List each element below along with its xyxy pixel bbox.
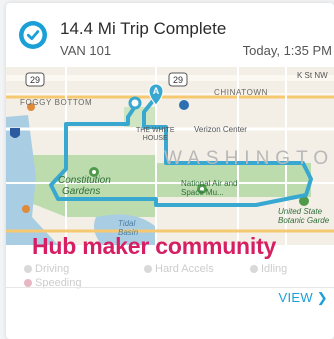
map-label-constitution: Constitution Gardens — [58, 175, 111, 197]
map-label-national-air: National Air and Space Mu... — [181, 179, 238, 197]
legend-item-idling: Idling — [250, 263, 287, 275]
map-label-washington: WASHINGTO — [164, 148, 334, 169]
idling-dot-icon — [250, 265, 258, 274]
map-label-chinatown: CHINATOWN — [214, 88, 268, 97]
interstate-shield-icon — [10, 128, 20, 138]
check-circle-icon — [19, 21, 47, 49]
end-marker-icon — [128, 96, 142, 110]
map-label-street: K St NW — [297, 71, 328, 80]
poi-icon — [179, 100, 189, 110]
svg-text:A: A — [153, 86, 160, 96]
footer-divider — [6, 287, 334, 288]
route-shield-icon: 29 — [168, 72, 188, 87]
trip-title: 14.4 Mi Trip Complete — [60, 19, 227, 38]
hard-accel-dot-icon — [144, 265, 152, 274]
map-label-botanic: United State Botanic Garde — [278, 207, 330, 225]
community-overlay-title: Hub maker community — [32, 233, 277, 259]
vehicle-name: VAN 101 — [60, 43, 112, 58]
route-shield-icon: 29 — [25, 72, 45, 87]
poi-icon — [22, 205, 30, 213]
svg-text:29: 29 — [30, 75, 40, 85]
speeding-dot-icon — [24, 279, 32, 288]
map-label-verizon: Verizon Center — [194, 125, 247, 134]
trip-map[interactable]: 29 29 A K St NW FOGGY BOTTOM CHINATOWN T… — [6, 67, 334, 245]
trip-card[interactable]: 14.4 Mi Trip Complete VAN 101 Today, 1:3… — [6, 3, 334, 339]
map-label-foggy-bottom: FOGGY BOTTOM — [20, 98, 93, 107]
driving-dot-icon — [24, 265, 32, 274]
legend-item-hard-accels: Hard Accels — [144, 263, 214, 275]
trip-time: Today, 1:35 PM — [242, 43, 332, 58]
view-button[interactable]: VIEW ❯ — [278, 290, 328, 306]
svg-text:29: 29 — [173, 75, 183, 85]
map-label-white-house: THE WHITE HOUSE — [136, 127, 175, 142]
trip-header: 14.4 Mi Trip Complete VAN 101 Today, 1:3… — [6, 3, 334, 63]
legend-item-driving: Driving — [24, 263, 69, 275]
